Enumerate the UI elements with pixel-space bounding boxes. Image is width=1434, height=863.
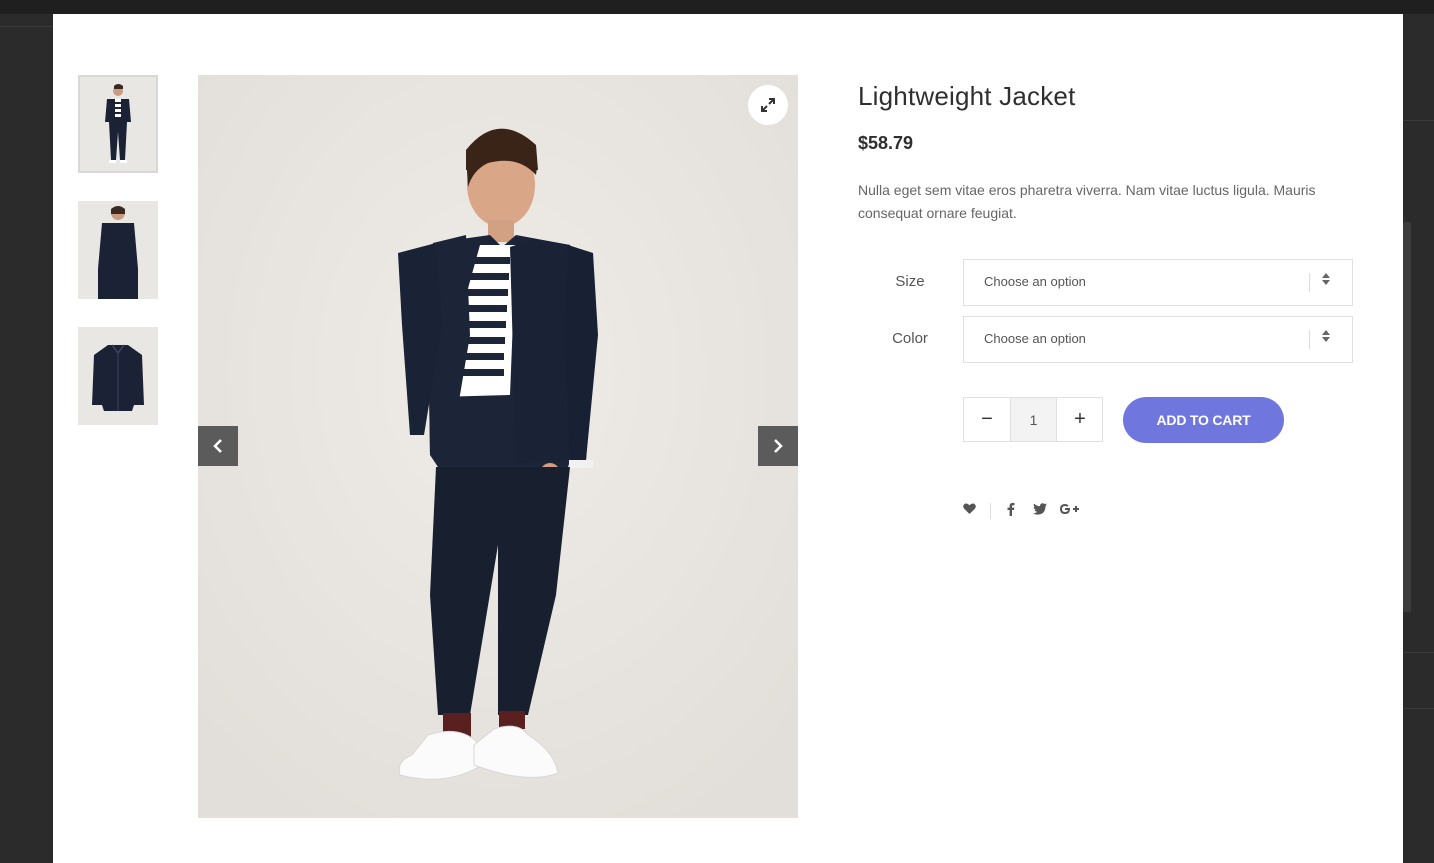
backdrop-divider [1403, 120, 1434, 121]
quick-view-modal: Lightweight Jacket $58.79 Nulla eget sem… [53, 14, 1403, 863]
share-divider [990, 503, 991, 519]
twitter-icon[interactable] [1033, 503, 1047, 515]
quantity-decrease-button[interactable]: − [964, 398, 1011, 441]
size-select[interactable]: Choose an option [963, 259, 1353, 306]
next-image-button[interactable] [758, 426, 798, 466]
quantity-stepper: − + [963, 397, 1103, 442]
chevron-left-icon [213, 439, 222, 453]
main-product-image [198, 75, 798, 818]
product-photo [198, 75, 798, 818]
color-label: Color [892, 330, 928, 347]
thumbnail-front-view[interactable] [78, 75, 158, 173]
heart-icon[interactable] [963, 503, 976, 515]
backdrop-top-bar [0, 0, 1434, 14]
product-description: Nulla eget sem vitae eros pharetra viver… [858, 182, 1316, 221]
google-plus-icon[interactable] [1059, 503, 1079, 515]
quantity-increase-button[interactable]: + [1056, 398, 1103, 441]
thumbnail-back-view[interactable] [78, 201, 158, 299]
thumbnail-flat-jacket[interactable] [78, 327, 158, 425]
add-to-cart-button[interactable]: ADD TO CART [1123, 397, 1284, 443]
expand-icon [761, 98, 775, 112]
color-select-value: Choose an option [984, 331, 1086, 346]
previous-image-button[interactable] [198, 426, 238, 466]
color-select[interactable]: Choose an option [963, 316, 1353, 363]
zoom-button[interactable] [748, 85, 788, 125]
sort-arrows-icon [1322, 330, 1330, 342]
sort-arrows-icon [1322, 273, 1330, 285]
thumbnail-list [78, 75, 158, 453]
backdrop-panel [1403, 222, 1411, 612]
product-price: $58.79 [858, 133, 914, 153]
backdrop-divider [0, 26, 53, 27]
facebook-icon[interactable] [1007, 502, 1015, 516]
size-label: Size [895, 273, 925, 290]
select-divider [1309, 330, 1310, 349]
quantity-input[interactable] [1011, 398, 1056, 441]
backdrop-divider [1403, 652, 1434, 653]
size-select-value: Choose an option [984, 274, 1086, 289]
select-divider [1309, 273, 1310, 292]
chevron-right-icon [774, 439, 783, 453]
product-title: Lightweight Jacket [858, 81, 1076, 111]
backdrop-divider [1403, 708, 1434, 709]
